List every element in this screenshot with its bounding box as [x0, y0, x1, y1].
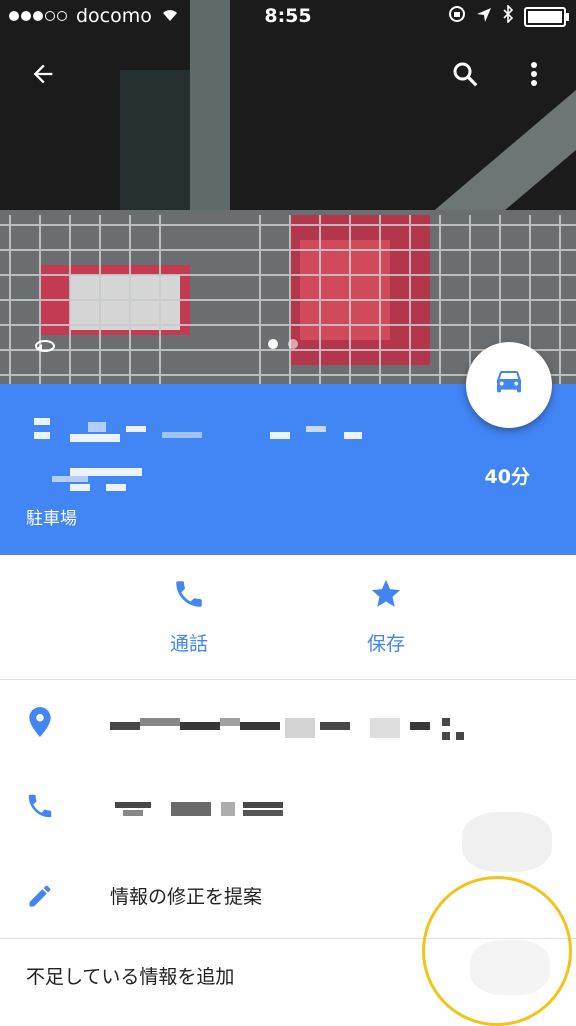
action-bar: 通話 保存: [0, 555, 576, 680]
photo-page-indicator: [268, 339, 298, 349]
rotate-360-icon[interactable]: [33, 336, 57, 360]
page-dot-active: [268, 339, 278, 349]
place-category: 駐車場: [26, 509, 77, 529]
bluetooth-icon: [502, 4, 514, 28]
suggest-edit-label: 情報の修正を提案: [110, 886, 263, 908]
star-icon: [369, 579, 403, 615]
add-missing-info-link[interactable]: 不足している情報を追加: [26, 962, 234, 989]
phone-icon: [22, 788, 58, 824]
arrow-back-icon[interactable]: [19, 50, 67, 98]
highlight-circle: [422, 876, 572, 1026]
battery-icon: [524, 6, 569, 27]
location-arrow-icon: [476, 6, 492, 28]
travel-time: 40分: [484, 466, 530, 488]
phone-number-redacted: [115, 798, 290, 820]
page-dot: [288, 339, 298, 349]
more-vert-icon[interactable]: [510, 50, 558, 98]
place-subname-redacted: [50, 464, 150, 494]
location-pin-icon: [22, 704, 58, 740]
search-icon[interactable]: [441, 50, 489, 98]
status-bar: docomo 8:55: [0, 0, 576, 34]
address-redacted: [110, 714, 470, 744]
car-icon: [493, 368, 525, 402]
call-label: 通話: [169, 633, 208, 655]
save-button[interactable]: 保存: [326, 577, 446, 656]
app-bar: [0, 44, 576, 104]
place-name-redacted: [30, 414, 370, 444]
orientation-lock-icon: [448, 5, 466, 28]
save-label: 保存: [366, 633, 405, 655]
faint-overlay: [462, 812, 552, 872]
pencil-icon: [22, 878, 58, 914]
call-button[interactable]: 通話: [129, 577, 249, 656]
phone-icon: [172, 581, 206, 615]
address-row[interactable]: [0, 686, 576, 758]
directions-button[interactable]: [466, 342, 552, 428]
